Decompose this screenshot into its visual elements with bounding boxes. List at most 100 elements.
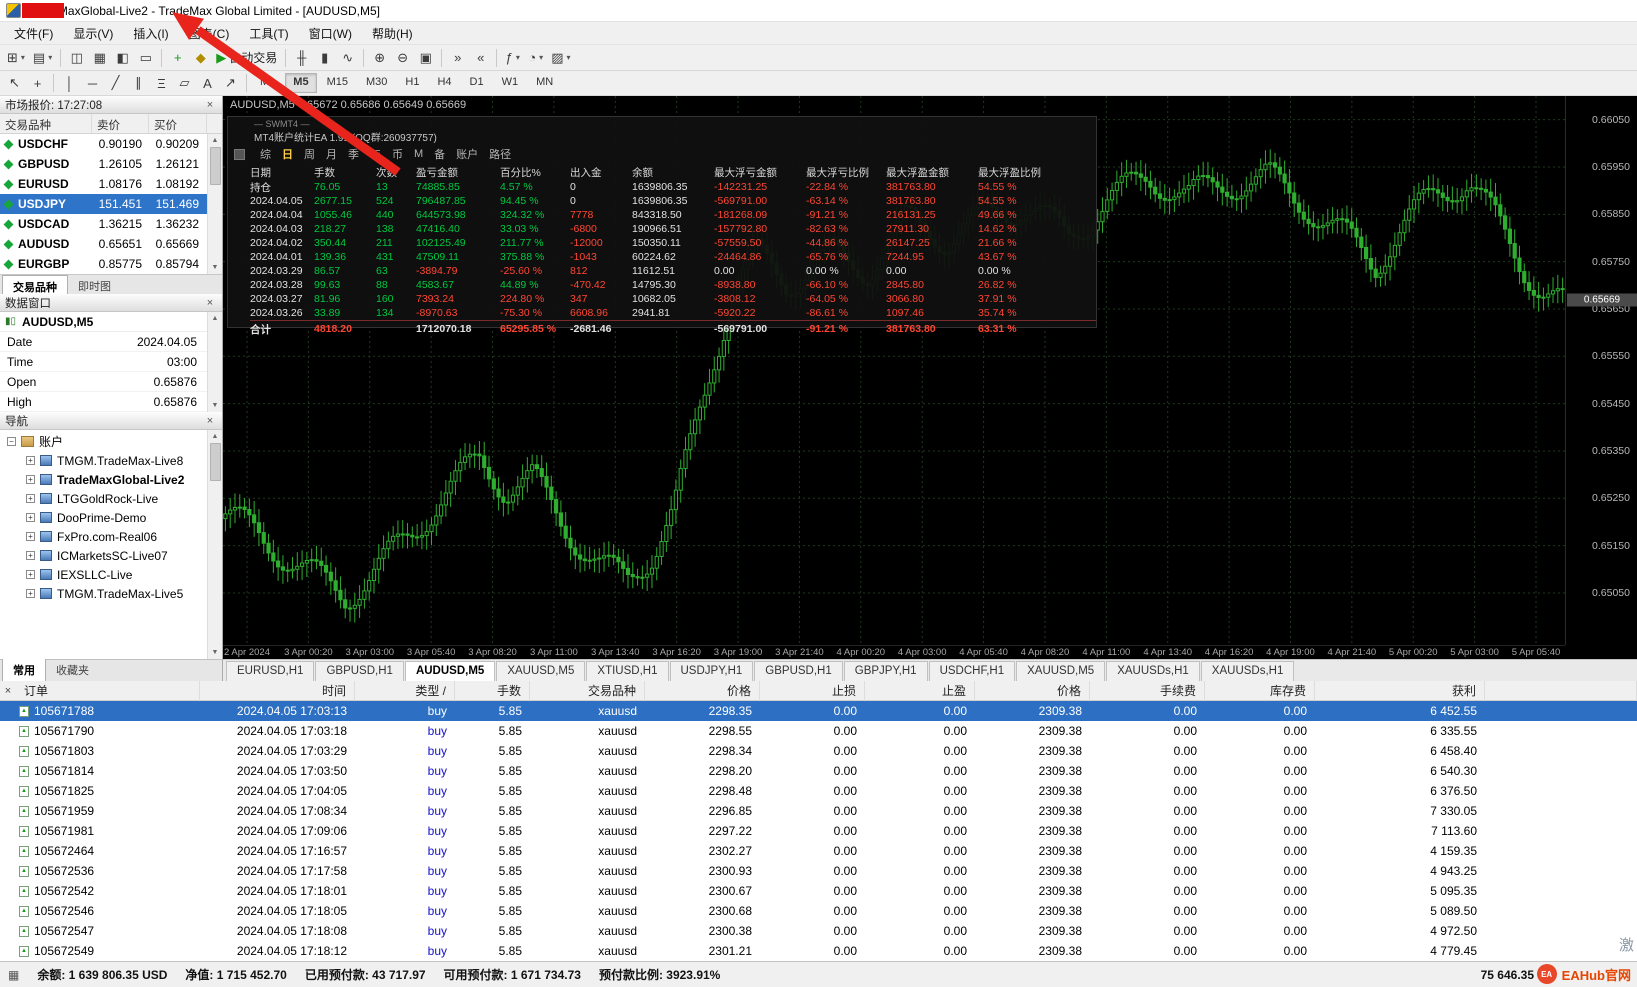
- scroll-down-icon[interactable]: ▼: [212, 261, 219, 274]
- orders-column-11[interactable]: 获利: [1315, 681, 1485, 701]
- indicators-button[interactable]: ƒ ▾: [501, 47, 524, 69]
- account-item-iexsllc-live[interactable]: + IEXSLLC-Live: [0, 565, 222, 584]
- expand-icon[interactable]: +: [26, 456, 35, 465]
- ea-tab-2[interactable]: 周: [304, 146, 315, 162]
- order-row-105671790[interactable]: ▲ 105671790 2024.04.05 17:03:18 buy 5.85 xauu…: [0, 721, 1637, 741]
- expand-icon[interactable]: +: [26, 570, 35, 579]
- arrows-button[interactable]: ↗: [219, 72, 242, 94]
- menu-insert[interactable]: 插入(I): [123, 22, 178, 45]
- market-tab-1[interactable]: 即时图: [68, 275, 121, 294]
- line-chart-button[interactable]: ∿: [336, 47, 359, 69]
- market-row-usdcad[interactable]: USDCAD 1.36215 1.36232: [0, 214, 207, 234]
- vertical-line-button[interactable]: │: [58, 72, 81, 94]
- expand-icon[interactable]: +: [26, 589, 35, 598]
- ea-tab-0[interactable]: 综: [260, 146, 271, 162]
- chart-area[interactable]: AUDUSD,M5 0.65672 0.65686 0.65649 0.6566…: [223, 96, 1637, 659]
- zoom-in-button[interactable]: ⊕: [368, 47, 391, 69]
- timeframe-h4[interactable]: H4: [429, 73, 459, 93]
- orders-column-0[interactable]: 订单: [16, 681, 200, 701]
- market-row-gbpusd[interactable]: GBPUSD 1.26105 1.26121: [0, 154, 207, 174]
- orders-column-3[interactable]: 手数: [455, 681, 530, 701]
- market-tab-0[interactable]: 交易品种: [2, 275, 68, 294]
- navigator-close-icon[interactable]: ×: [203, 415, 217, 427]
- data-window-scrollbar[interactable]: ▲ ▼: [207, 312, 222, 412]
- timeframe-h1[interactable]: H1: [397, 73, 427, 93]
- ea-tab-5[interactable]: 年: [370, 146, 381, 162]
- terminal-close-button[interactable]: ×: [0, 685, 16, 697]
- ea-tab-10[interactable]: 路径: [489, 146, 511, 162]
- order-row-105671803[interactable]: ▲ 105671803 2024.04.05 17:03:29 buy 5.85 xauu…: [0, 741, 1637, 761]
- orders-column-8[interactable]: 价格: [975, 681, 1090, 701]
- zoom-out-button[interactable]: ⊖: [391, 47, 414, 69]
- collapse-icon[interactable]: −: [7, 437, 16, 446]
- order-row-105672549[interactable]: ▲ 105672549 2024.04.05 17:18:12 buy 5.85 xauu…: [0, 941, 1637, 961]
- expand-icon[interactable]: +: [26, 532, 35, 541]
- orders-column-6[interactable]: 止损: [760, 681, 865, 701]
- chart-tab-gbpjpy-h1-7[interactable]: GBPJPY,H1: [843, 661, 928, 681]
- auto-scroll-button[interactable]: »: [446, 47, 469, 69]
- column-header-[interactable]: 买价: [149, 114, 207, 133]
- chart-tab-xauusds-h1-10[interactable]: XAUUSDs,H1: [1106, 661, 1200, 681]
- scroll-up-icon[interactable]: ▲: [212, 312, 219, 325]
- trendline-button[interactable]: ╱: [104, 72, 127, 94]
- scroll-down-icon[interactable]: ▼: [212, 646, 219, 659]
- crosshair-button[interactable]: +: [26, 72, 49, 94]
- ea-tab-6[interactable]: 币: [392, 146, 403, 162]
- chart-tab-xtiusd-h1-4[interactable]: XTIUSD,H1: [586, 661, 669, 681]
- terminal-button[interactable]: ▭: [134, 47, 157, 69]
- navigator-button[interactable]: ◧: [111, 47, 134, 69]
- menu-file[interactable]: 文件(F): [4, 22, 63, 45]
- menu-window[interactable]: 窗口(W): [299, 22, 362, 45]
- ea-tab-8[interactable]: 备: [434, 146, 445, 162]
- menu-tools[interactable]: 工具(T): [239, 22, 298, 45]
- timeframe-m5[interactable]: M5: [285, 73, 317, 93]
- ea-tab-1[interactable]: 日: [282, 146, 293, 162]
- market-row-eurusd[interactable]: EURUSD 1.08176 1.08192: [0, 174, 207, 194]
- candlestick-button[interactable]: ▮: [313, 47, 336, 69]
- cursor-button[interactable]: ↖: [3, 72, 26, 94]
- navigator-tab-1[interactable]: 收藏夹: [46, 659, 99, 681]
- ea-tab-7[interactable]: M: [414, 148, 423, 160]
- data-window-close-icon[interactable]: ×: [203, 297, 217, 309]
- order-row-105672547[interactable]: ▲ 105672547 2024.04.05 17:18:08 buy 5.85 xauu…: [0, 921, 1637, 941]
- orders-column-4[interactable]: 交易品种: [530, 681, 645, 701]
- orders-column-7[interactable]: 止盈: [865, 681, 975, 701]
- scroll-thumb[interactable]: [209, 443, 221, 481]
- templates-button[interactable]: ▨ ▾: [547, 47, 574, 69]
- chart-tab-eurusd-h1-0[interactable]: EURUSD,H1: [226, 661, 315, 681]
- market-row-usdjpy[interactable]: USDJPY 151.451 151.469: [0, 194, 207, 214]
- ea-tab-3[interactable]: 月: [326, 146, 337, 162]
- timeframe-d1[interactable]: D1: [462, 73, 492, 93]
- account-item-trademaxglobal-live2[interactable]: + TradeMaxGlobal-Live2: [0, 470, 222, 489]
- metaeditor-button[interactable]: ◆: [189, 47, 212, 69]
- market-row-audusd[interactable]: AUDUSD 0.65651 0.65669: [0, 234, 207, 254]
- chart-shift-button[interactable]: «: [469, 47, 492, 69]
- order-row-105671788[interactable]: ▲ 105671788 2024.04.05 17:03:13 buy 5.85 xauu…: [0, 701, 1637, 721]
- chart-tab-xauusds-h1-11[interactable]: XAUUSDs,H1: [1200, 661, 1295, 681]
- market-watch-scrollbar[interactable]: ▲ ▼: [207, 134, 222, 274]
- new-order-button[interactable]: +: [166, 47, 189, 69]
- order-row-105671981[interactable]: ▲ 105671981 2024.04.05 17:09:06 buy 5.85 xauu…: [0, 821, 1637, 841]
- chart-tab-usdjpy-h1-5[interactable]: USDJPY,H1: [669, 661, 754, 681]
- chart-tab-gbpusd-h1-6[interactable]: GBPUSD,H1: [754, 661, 843, 681]
- market-watch-close-icon[interactable]: ×: [203, 99, 217, 111]
- order-row-105672464[interactable]: ▲ 105672464 2024.04.05 17:16:57 buy 5.85 xauu…: [0, 841, 1637, 861]
- account-item-ltggoldrock-live[interactable]: + LTGGoldRock-Live: [0, 489, 222, 508]
- scroll-down-icon[interactable]: ▼: [212, 399, 219, 412]
- order-row-105672536[interactable]: ▲ 105672536 2024.04.05 17:17:58 buy 5.85 xauu…: [0, 861, 1637, 881]
- ea-tab-4[interactable]: 季: [348, 146, 359, 162]
- orders-column-2[interactable]: 类型 /: [355, 681, 455, 701]
- order-row-105671959[interactable]: ▲ 105671959 2024.04.05 17:08:34 buy 5.85 xauu…: [0, 801, 1637, 821]
- channel-button[interactable]: ∥: [127, 72, 150, 94]
- timeframe-mn[interactable]: MN: [528, 73, 561, 93]
- data-window-button[interactable]: ▦: [88, 47, 111, 69]
- new-chart-button[interactable]: ⊞ ▾: [3, 47, 29, 69]
- menu-charts[interactable]: 图表(C): [179, 22, 240, 45]
- menu-help[interactable]: 帮助(H): [362, 22, 423, 45]
- market-row-eurgbp[interactable]: EURGBP 0.85775 0.85794: [0, 254, 207, 274]
- chart-tab-usdchf-h1-8[interactable]: USDCHF,H1: [928, 661, 1016, 681]
- orders-column-10[interactable]: 库存费: [1205, 681, 1315, 701]
- market-row-usdchf[interactable]: USDCHF 0.90190 0.90209: [0, 134, 207, 154]
- timeframe-w1[interactable]: W1: [494, 73, 527, 93]
- scroll-thumb[interactable]: [209, 147, 221, 185]
